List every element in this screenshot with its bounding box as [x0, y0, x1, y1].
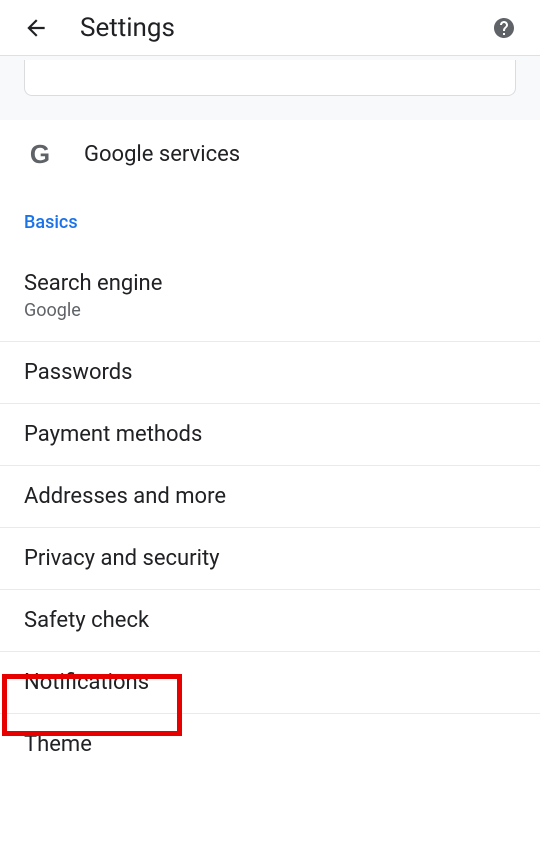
content-area: G Google services Basics Search engine G…: [0, 56, 540, 775]
arrow-back-icon: [23, 15, 49, 41]
account-card-bottom[interactable]: [24, 60, 516, 96]
settings-list: G Google services Basics Search engine G…: [0, 120, 540, 775]
search-engine-item[interactable]: Search engine Google: [0, 249, 540, 342]
addresses-label: Addresses and more: [24, 484, 516, 509]
notifications-item[interactable]: Notifications: [0, 652, 540, 714]
passwords-item[interactable]: Passwords: [0, 342, 540, 404]
privacy-security-item[interactable]: Privacy and security: [0, 528, 540, 590]
payment-methods-item[interactable]: Payment methods: [0, 404, 540, 466]
search-engine-label: Search engine: [24, 271, 516, 296]
google-services-label: Google services: [84, 142, 240, 167]
passwords-label: Passwords: [24, 360, 516, 385]
safety-check-item[interactable]: Safety check: [0, 590, 540, 652]
addresses-item[interactable]: Addresses and more: [0, 466, 540, 528]
help-icon: [492, 16, 516, 40]
help-button[interactable]: [484, 8, 524, 48]
section-header-basics: Basics: [0, 188, 540, 249]
theme-label: Theme: [24, 732, 516, 757]
back-button[interactable]: [16, 8, 56, 48]
payment-methods-label: Payment methods: [24, 422, 516, 447]
safety-check-label: Safety check: [24, 608, 516, 633]
page-title: Settings: [80, 13, 484, 43]
app-header: Settings: [0, 0, 540, 56]
search-engine-sublabel: Google: [24, 300, 516, 321]
notifications-label: Notifications: [24, 670, 516, 695]
privacy-security-label: Privacy and security: [24, 546, 516, 571]
theme-item[interactable]: Theme: [0, 714, 540, 775]
google-g-icon: G: [24, 138, 56, 170]
google-services-item[interactable]: G Google services: [0, 120, 540, 188]
